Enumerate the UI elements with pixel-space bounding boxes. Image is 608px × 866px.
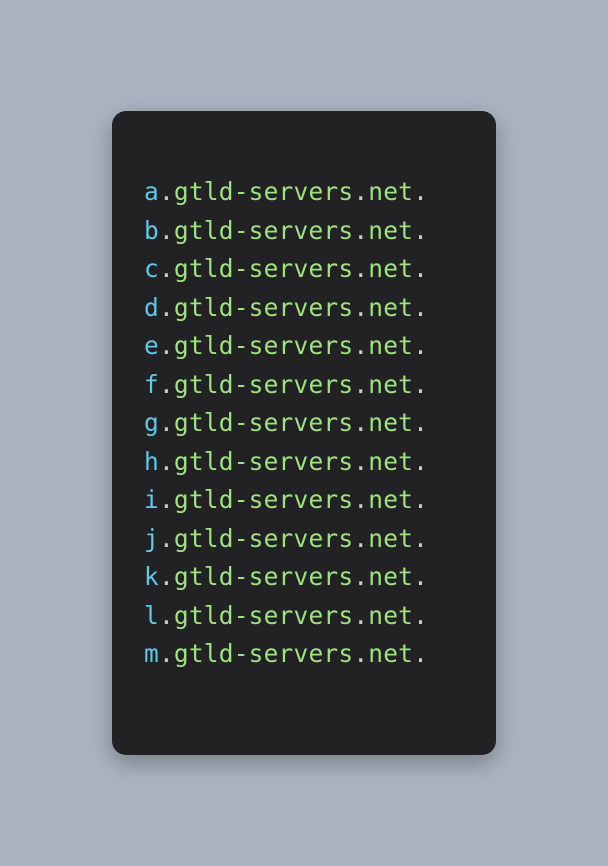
separator-dot: . bbox=[353, 639, 368, 668]
dns-server-entry: l.gtld-servers.net. bbox=[144, 597, 464, 636]
separator-dot: . bbox=[353, 485, 368, 514]
trailing-dot: . bbox=[413, 370, 428, 399]
separator-dot: . bbox=[159, 524, 174, 553]
trailing-dot: . bbox=[413, 408, 428, 437]
dns-server-entry: h.gtld-servers.net. bbox=[144, 443, 464, 482]
server-domain: gtld-servers bbox=[174, 447, 353, 476]
server-tld: net bbox=[368, 524, 413, 553]
server-domain: gtld-servers bbox=[174, 408, 353, 437]
trailing-dot: . bbox=[413, 331, 428, 360]
trailing-dot: . bbox=[413, 177, 428, 206]
trailing-dot: . bbox=[413, 524, 428, 553]
separator-dot: . bbox=[159, 639, 174, 668]
dns-server-entry: c.gtld-servers.net. bbox=[144, 250, 464, 289]
separator-dot: . bbox=[353, 524, 368, 553]
server-prefix: f bbox=[144, 370, 159, 399]
server-tld: net bbox=[368, 331, 413, 360]
server-domain: gtld-servers bbox=[174, 601, 353, 630]
dns-server-entry: g.gtld-servers.net. bbox=[144, 404, 464, 443]
dns-server-entry: d.gtld-servers.net. bbox=[144, 289, 464, 328]
separator-dot: . bbox=[159, 447, 174, 476]
separator-dot: . bbox=[353, 370, 368, 399]
dns-server-entry: e.gtld-servers.net. bbox=[144, 327, 464, 366]
separator-dot: . bbox=[159, 216, 174, 245]
separator-dot: . bbox=[353, 216, 368, 245]
server-tld: net bbox=[368, 216, 413, 245]
separator-dot: . bbox=[159, 293, 174, 322]
trailing-dot: . bbox=[413, 254, 428, 283]
server-tld: net bbox=[368, 447, 413, 476]
trailing-dot: . bbox=[413, 293, 428, 322]
separator-dot: . bbox=[353, 408, 368, 437]
dns-server-list: a.gtld-servers.net.b.gtld-servers.net.c.… bbox=[144, 173, 464, 674]
separator-dot: . bbox=[353, 293, 368, 322]
trailing-dot: . bbox=[413, 639, 428, 668]
server-domain: gtld-servers bbox=[174, 485, 353, 514]
separator-dot: . bbox=[353, 562, 368, 591]
dns-server-entry: a.gtld-servers.net. bbox=[144, 173, 464, 212]
separator-dot: . bbox=[353, 447, 368, 476]
server-domain: gtld-servers bbox=[174, 254, 353, 283]
server-prefix: j bbox=[144, 524, 159, 553]
trailing-dot: . bbox=[413, 601, 428, 630]
server-tld: net bbox=[368, 177, 413, 206]
terminal-output: a.gtld-servers.net.b.gtld-servers.net.c.… bbox=[112, 111, 496, 755]
server-tld: net bbox=[368, 370, 413, 399]
separator-dot: . bbox=[353, 254, 368, 283]
server-prefix: g bbox=[144, 408, 159, 437]
dns-server-entry: i.gtld-servers.net. bbox=[144, 481, 464, 520]
server-prefix: b bbox=[144, 216, 159, 245]
trailing-dot: . bbox=[413, 562, 428, 591]
separator-dot: . bbox=[159, 254, 174, 283]
dns-server-entry: f.gtld-servers.net. bbox=[144, 366, 464, 405]
server-prefix: c bbox=[144, 254, 159, 283]
dns-server-entry: k.gtld-servers.net. bbox=[144, 558, 464, 597]
server-prefix: i bbox=[144, 485, 159, 514]
separator-dot: . bbox=[159, 562, 174, 591]
server-domain: gtld-servers bbox=[174, 639, 353, 668]
separator-dot: . bbox=[159, 601, 174, 630]
server-prefix: l bbox=[144, 601, 159, 630]
server-prefix: d bbox=[144, 293, 159, 322]
server-domain: gtld-servers bbox=[174, 331, 353, 360]
separator-dot: . bbox=[159, 485, 174, 514]
server-prefix: h bbox=[144, 447, 159, 476]
trailing-dot: . bbox=[413, 447, 428, 476]
server-domain: gtld-servers bbox=[174, 524, 353, 553]
server-prefix: e bbox=[144, 331, 159, 360]
server-domain: gtld-servers bbox=[174, 562, 353, 591]
trailing-dot: . bbox=[413, 216, 428, 245]
separator-dot: . bbox=[353, 331, 368, 360]
separator-dot: . bbox=[159, 370, 174, 399]
dns-server-entry: j.gtld-servers.net. bbox=[144, 520, 464, 559]
server-tld: net bbox=[368, 562, 413, 591]
server-prefix: k bbox=[144, 562, 159, 591]
server-tld: net bbox=[368, 293, 413, 322]
server-tld: net bbox=[368, 485, 413, 514]
separator-dot: . bbox=[353, 177, 368, 206]
server-tld: net bbox=[368, 601, 413, 630]
separator-dot: . bbox=[159, 408, 174, 437]
server-domain: gtld-servers bbox=[174, 293, 353, 322]
separator-dot: . bbox=[159, 331, 174, 360]
separator-dot: . bbox=[159, 177, 174, 206]
server-domain: gtld-servers bbox=[174, 216, 353, 245]
server-domain: gtld-servers bbox=[174, 370, 353, 399]
server-tld: net bbox=[368, 408, 413, 437]
server-tld: net bbox=[368, 254, 413, 283]
server-prefix: a bbox=[144, 177, 159, 206]
dns-server-entry: m.gtld-servers.net. bbox=[144, 635, 464, 674]
separator-dot: . bbox=[353, 601, 368, 630]
server-domain: gtld-servers bbox=[174, 177, 353, 206]
server-prefix: m bbox=[144, 639, 159, 668]
trailing-dot: . bbox=[413, 485, 428, 514]
dns-server-entry: b.gtld-servers.net. bbox=[144, 212, 464, 251]
server-tld: net bbox=[368, 639, 413, 668]
